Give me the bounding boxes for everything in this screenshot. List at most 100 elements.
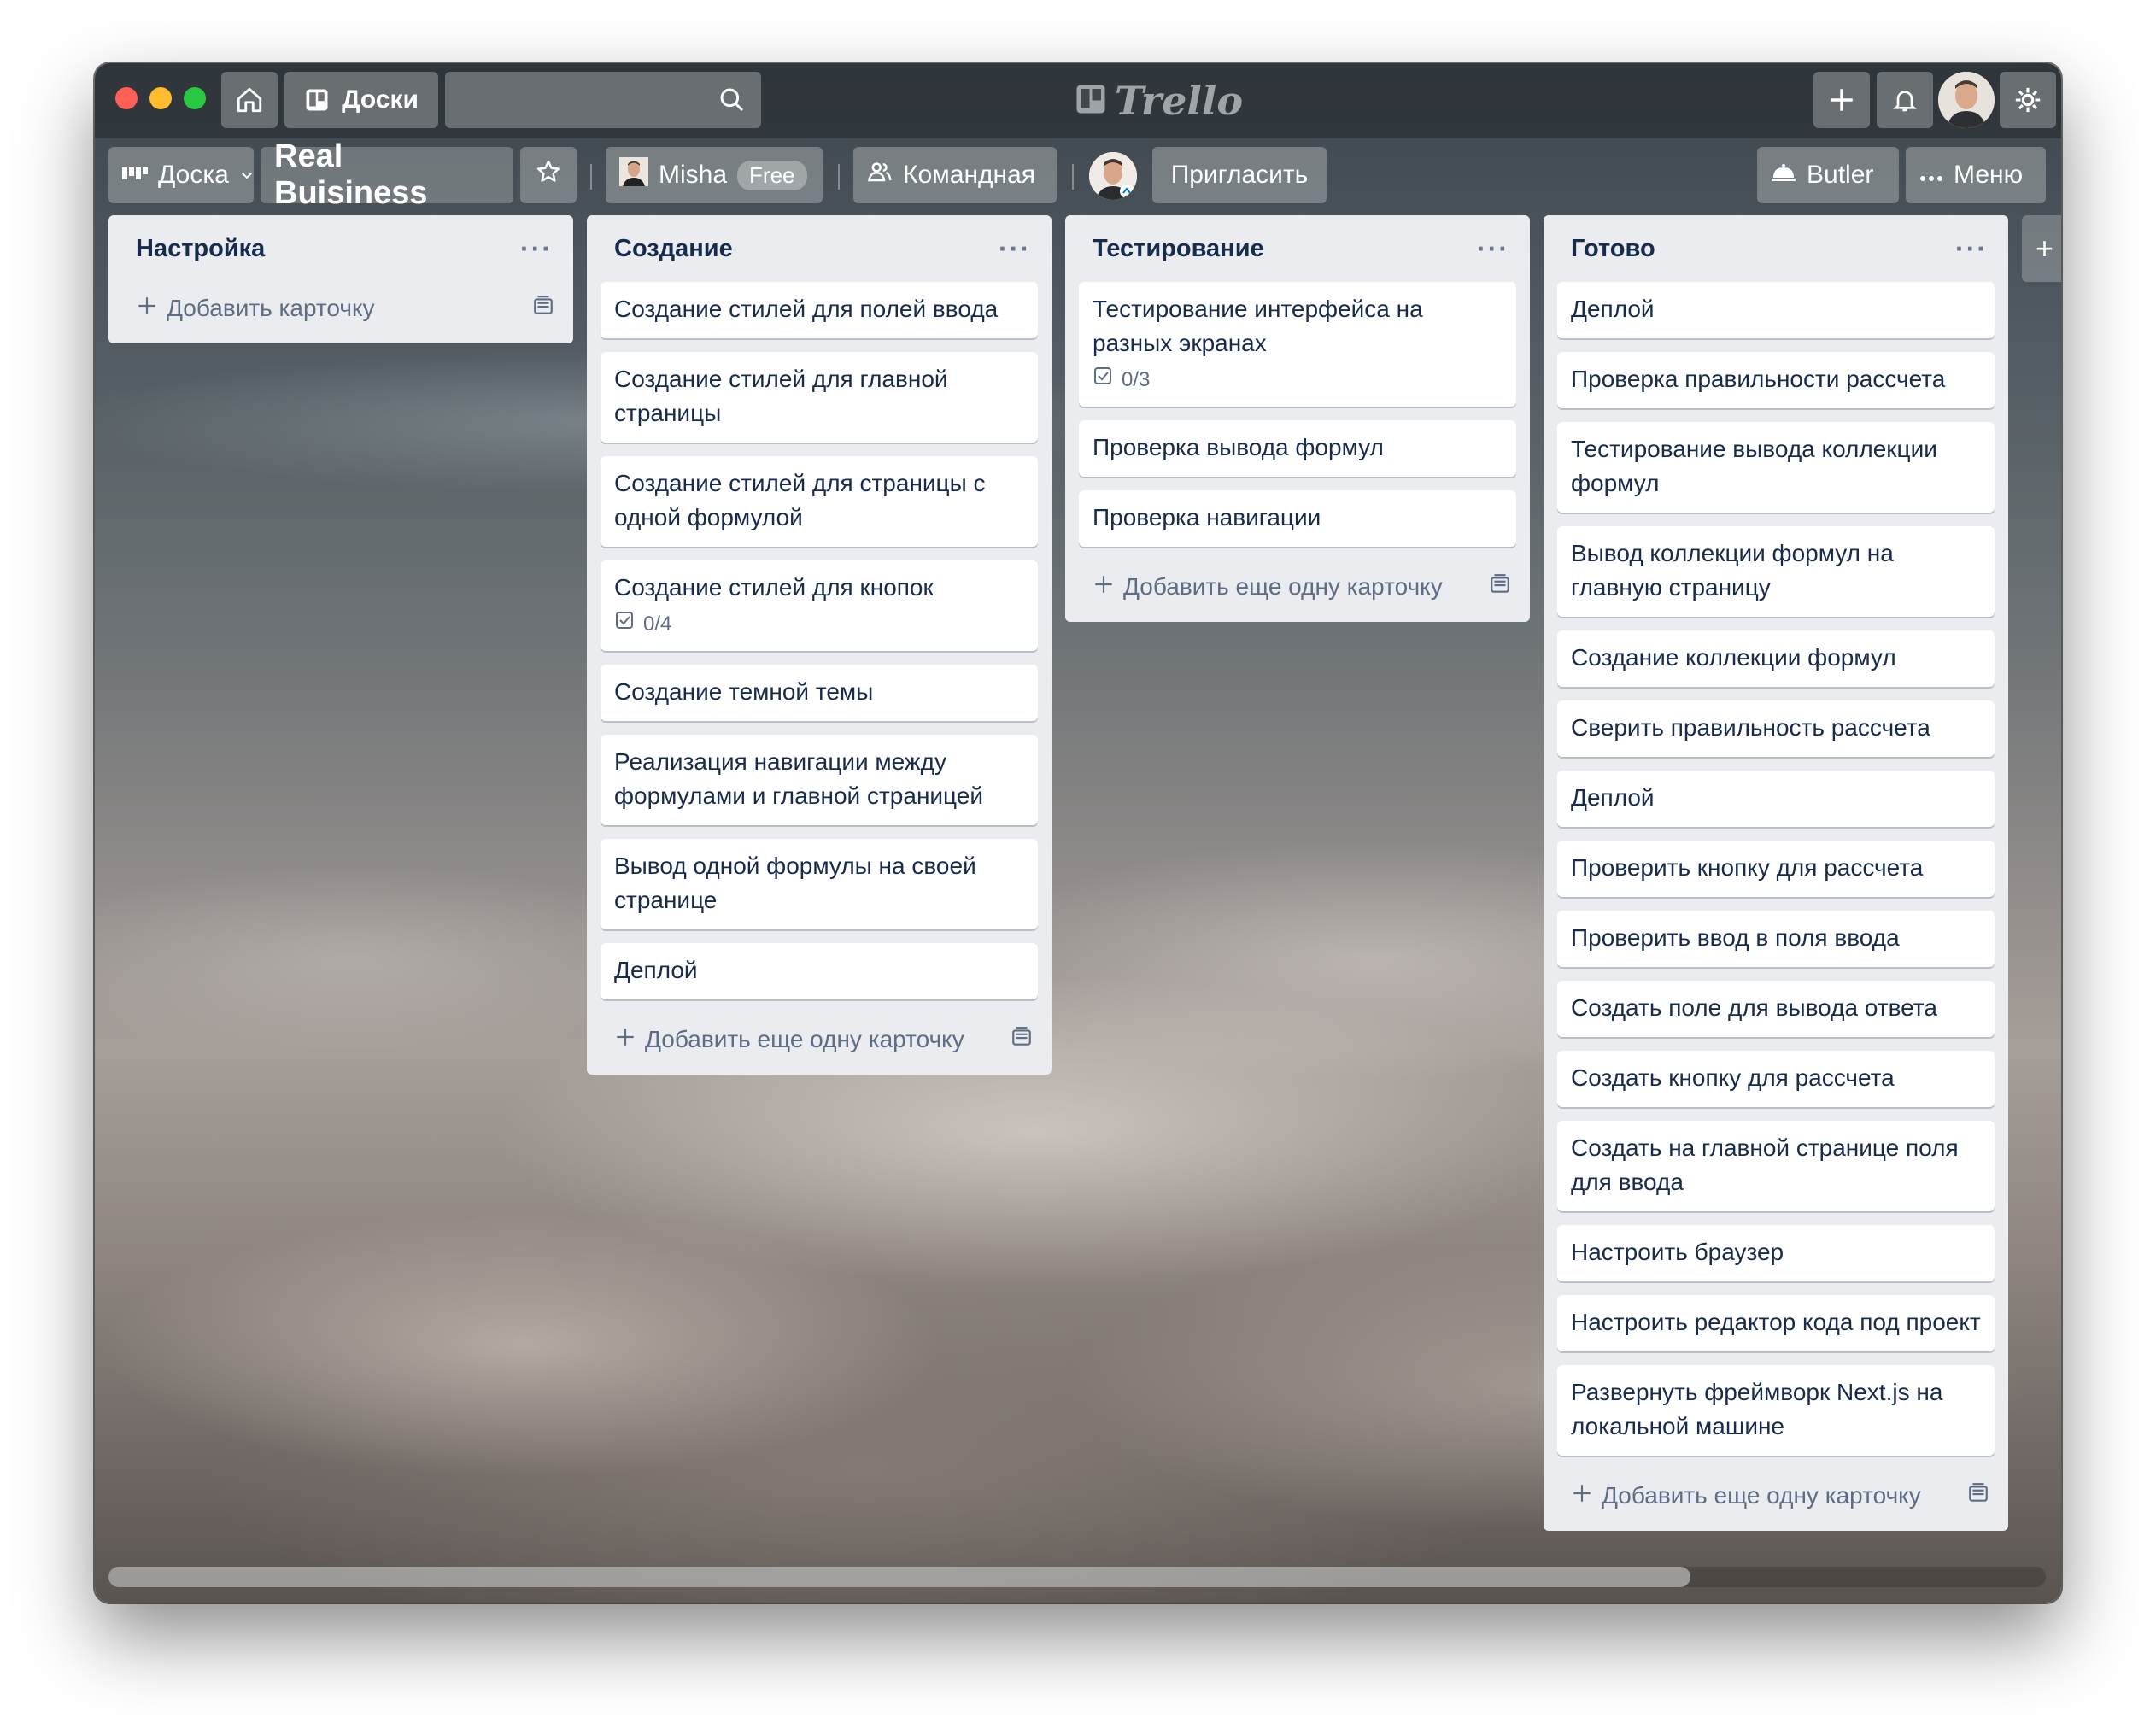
settings-button[interactable] — [2000, 72, 2056, 128]
boards-button[interactable]: Доски — [284, 72, 438, 128]
search-icon[interactable] — [718, 86, 746, 118]
card[interactable]: Создать кнопку для рассчета — [1557, 1051, 1995, 1107]
card-title: Создание стилей для полей ввода — [614, 296, 999, 322]
list-header: Готово ··· — [1557, 215, 1995, 282]
card-title: Создание коллекции формул — [1571, 644, 1896, 671]
list-title[interactable]: Создание — [614, 235, 733, 263]
card[interactable]: Создание стилей для полей ввода — [601, 282, 1038, 338]
board-menu-button[interactable]: Меню — [1906, 147, 2046, 203]
card[interactable]: Реализация навигации между формулами и г… — [601, 735, 1038, 825]
card-title: Деплой — [1571, 296, 1655, 322]
board-member-avatar[interactable] — [1089, 152, 1137, 200]
add-list-glyph: + — [2036, 231, 2054, 266]
list-testirovanie: Тестирование ··· Тестирование интерфейса… — [1065, 215, 1530, 622]
card-title: Вывод одной формулы на своей странице — [614, 853, 976, 913]
horizontal-scrollbar[interactable] — [108, 1567, 2046, 1587]
invite-button[interactable]: Пригласить — [1152, 147, 1327, 203]
card[interactable]: Тестирование интерфейса на разных экрана… — [1079, 282, 1516, 407]
list-menu-icon[interactable]: ··· — [1955, 233, 1988, 265]
card[interactable]: Сверить правильность рассчета — [1557, 700, 1995, 757]
card[interactable]: Вывод одной формулы на своей странице — [601, 839, 1038, 929]
window-close-button[interactable] — [115, 87, 138, 109]
divider — [838, 164, 840, 190]
search-input[interactable] — [445, 72, 761, 128]
butler-button[interactable]: Butler — [1757, 147, 1899, 203]
card[interactable]: Вывод коллекции формул на главную страни… — [1557, 526, 1995, 617]
workspace-member-button[interactable]: Misha Free — [606, 147, 823, 203]
card-title: Создать кнопку для рассчета — [1571, 1064, 1895, 1091]
card[interactable]: Настроить редактор кода под проект — [1557, 1295, 1995, 1351]
card-title: Деплой — [614, 957, 698, 983]
card[interactable]: Проверка правильности рассчета — [1557, 352, 1995, 408]
home-button[interactable] — [221, 72, 278, 128]
card[interactable]: Деплой — [1557, 771, 1995, 827]
card[interactable]: Проверить ввод в поля ввода — [1557, 911, 1995, 967]
member-name: Misha — [659, 161, 728, 189]
card-template-icon[interactable] — [1489, 573, 1511, 601]
card[interactable]: Развернуть фреймворк Next.js на локально… — [1557, 1365, 1995, 1456]
card-title: Проверить кнопку для рассчета — [1571, 854, 1924, 881]
list-title[interactable]: Готово — [1571, 235, 1655, 263]
window-maximize-button[interactable] — [184, 87, 206, 109]
add-card-button[interactable]: Добавить еще одну карточку — [1557, 1469, 1995, 1522]
user-avatar[interactable] — [1938, 72, 1995, 128]
top-header: Доски Trello — [95, 63, 2061, 138]
add-card-label: Добавить еще одну карточку — [1123, 573, 1443, 600]
trello-logo[interactable]: Trello — [1075, 75, 1243, 126]
card[interactable]: Проверка вывода формул — [1079, 420, 1516, 477]
scrollbar-thumb[interactable] — [108, 1567, 1690, 1587]
search-box[interactable] — [445, 72, 761, 128]
list-menu-icon[interactable]: ··· — [1477, 233, 1509, 265]
card[interactable]: Тестирование вывода коллекции формул — [1557, 422, 1995, 513]
butler-label: Butler — [1807, 161, 1874, 189]
card-template-icon[interactable] — [1967, 1482, 1989, 1510]
plus-icon — [1827, 85, 1856, 114]
star-board-button[interactable] — [520, 147, 577, 203]
card-title: Деплой — [1571, 784, 1655, 811]
create-button[interactable] — [1813, 72, 1870, 128]
card[interactable]: Создание стилей для главной страницы — [601, 352, 1038, 443]
more-icon — [1919, 161, 1943, 190]
board-view-switcher[interactable]: Доска — [108, 147, 254, 203]
card[interactable]: Создать на главной странице поля для вво… — [1557, 1121, 1995, 1211]
board-title[interactable]: Real Buisiness — [261, 138, 513, 211]
add-card-button[interactable]: Добавить карточку — [122, 282, 560, 335]
card[interactable]: Создание темной темы — [601, 665, 1038, 721]
card[interactable]: Проверить кнопку для рассчета — [1557, 841, 1995, 897]
card-template-icon[interactable] — [532, 295, 554, 323]
card-template-icon[interactable] — [1011, 1026, 1033, 1054]
list-title[interactable]: Тестирование — [1093, 235, 1264, 263]
card-title: Создание темной темы — [614, 678, 874, 705]
card-title: Тестирование вывода коллекции формул — [1571, 436, 1937, 496]
member-avatar — [619, 157, 648, 193]
card[interactable]: Настроить браузер — [1557, 1225, 1995, 1281]
card[interactable]: Создание коллекции формул — [1557, 630, 1995, 687]
list-sozdanie: Создание ··· Создание стилей для полей в… — [587, 215, 1052, 1075]
card-title: Проверить ввод в поля ввода — [1571, 924, 1900, 951]
list-menu-icon[interactable]: ··· — [520, 233, 553, 265]
card[interactable]: Деплой — [1557, 282, 1995, 338]
gear-icon — [2013, 85, 2042, 114]
add-card-button[interactable]: Добавить еще одну карточку — [1079, 560, 1516, 613]
card[interactable]: Деплой — [601, 943, 1038, 999]
visibility-button[interactable]: Командная — [853, 147, 1057, 203]
checklist-icon — [1093, 366, 1113, 395]
window-minimize-button[interactable] — [149, 87, 172, 109]
card[interactable]: Проверка навигации — [1079, 490, 1516, 547]
card[interactable]: Создание стилей для страницы с одной фор… — [601, 456, 1038, 547]
trello-logo-text: Trello — [1115, 78, 1244, 124]
plus-icon — [614, 1026, 636, 1054]
add-list-button[interactable]: + — [2022, 215, 2061, 282]
list-menu-icon[interactable]: ··· — [999, 233, 1031, 265]
checklist-count: 0/4 — [643, 612, 672, 636]
list-title[interactable]: Настройка — [136, 235, 265, 263]
trello-logo-icon — [1075, 78, 1106, 124]
board-header: Доска Real Buisiness Misha Free Командна… — [95, 138, 2061, 211]
notifications-button[interactable] — [1877, 72, 1933, 128]
card[interactable]: Создать поле для вывода ответа — [1557, 981, 1995, 1037]
team-icon — [867, 159, 893, 191]
card-title: Настроить редактор кода под проект — [1571, 1309, 1981, 1335]
card[interactable]: Создание стилей для кнопок 0/4 — [601, 560, 1038, 651]
add-card-button[interactable]: Добавить еще одну карточку — [601, 1013, 1038, 1066]
bell-icon — [1891, 86, 1919, 114]
